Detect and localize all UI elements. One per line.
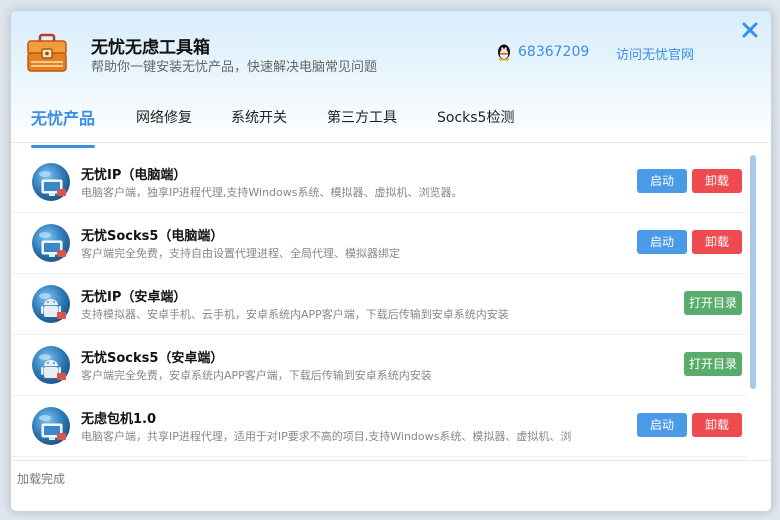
pc-cloud-icon (32, 407, 70, 445)
product-description: 电脑客户端，共享IP进程代理，适用于对IP要求不高的项目,支持Windows系统… (81, 430, 572, 443)
pc-cloud-icon (32, 224, 70, 262)
qq-contact[interactable]: 68367209 (496, 43, 589, 61)
list-item: 无忧IP（安卓端） 支持模拟器、安卓手机、云手机，安卓系统内APP客户端，下载后… (11, 274, 747, 335)
product-title: 无忧IP（电脑端） (81, 168, 187, 183)
toolbox-logo-icon (27, 33, 67, 72)
tab-third-party-tools[interactable]: 第三方工具 (327, 107, 397, 127)
app-window: 无忧无虑工具箱 帮助你一键安装无忧产品，快速解决电脑常见问题 68367209 … (10, 10, 772, 512)
product-description: 支持模拟器、安卓手机、云手机，安卓系统内APP客户端，下载后传输到安卓系统内安装 (81, 308, 509, 321)
list-item: 无忧Socks5（电脑端） 客户端完全免费，支持自由设置代理进程、全局代理、模拟… (11, 213, 747, 274)
tabs-divider (11, 142, 771, 143)
android-cloud-icon (32, 285, 70, 323)
tab-products[interactable]: 无忧产品 (31, 105, 95, 129)
list-item: 无虑包机1.0 电脑客户端，共享IP进程代理，适用于对IP要求不高的项目,支持W… (11, 396, 747, 457)
qq-penguin-icon (498, 44, 510, 61)
visit-website-link[interactable]: 访问无忧官网 (616, 44, 694, 63)
uninstall-button[interactable]: 卸载 (692, 169, 742, 193)
list-item: 无忧IP（电脑端） 电脑客户端，独享IP进程代理,支持Windows系统、模拟器… (11, 152, 747, 213)
app-title: 无忧无虑工具箱 (91, 38, 210, 58)
header: 无忧无虑工具箱 帮助你一键安装无忧产品，快速解决电脑常见问题 68367209 … (11, 11, 771, 143)
start-button[interactable]: 启动 (637, 169, 687, 193)
product-title: 无忧Socks5（电脑端） (81, 229, 224, 244)
app-subtitle: 帮助你一键安装无忧产品，快速解决电脑常见问题 (91, 60, 378, 75)
open-directory-button[interactable]: 打开目录 (684, 291, 742, 315)
product-title: 无忧IP（安卓端） (81, 290, 187, 305)
product-title: 无忧Socks5（安卓端） (81, 351, 224, 366)
pc-cloud-icon (32, 163, 70, 201)
status-text: 加载完成 (17, 472, 66, 486)
scrollbar-thumb[interactable] (750, 155, 756, 389)
product-title: 无虑包机1.0 (81, 412, 157, 427)
tab-system-switch[interactable]: 系统开关 (231, 107, 287, 127)
start-button[interactable]: 启动 (637, 230, 687, 254)
vertical-scrollbar[interactable] (749, 153, 757, 459)
tab-network-repair[interactable]: 网络修复 (136, 107, 192, 127)
open-directory-button[interactable]: 打开目录 (684, 352, 742, 376)
product-list: 无忧IP（电脑端） 电脑客户端，独享IP进程代理,支持Windows系统、模拟器… (11, 152, 747, 458)
status-divider (11, 460, 771, 461)
tab-socks5-check[interactable]: Socks5检测 (437, 107, 514, 127)
android-cloud-icon (32, 346, 70, 384)
product-description: 客户端完全免费，支持自由设置代理进程、全局代理、模拟器绑定 (81, 247, 400, 260)
uninstall-button[interactable]: 卸载 (692, 413, 742, 437)
close-icon[interactable] (739, 19, 761, 41)
uninstall-button[interactable]: 卸载 (692, 230, 742, 254)
product-description: 电脑客户端，独享IP进程代理,支持Windows系统、模拟器、虚拟机、浏览器。 (81, 186, 463, 199)
product-description: 客户端完全免费，安卓系统内APP客户端，下载后传输到安卓系统内安装 (81, 369, 432, 382)
tab-bar: 无忧产品 网络修复 系统开关 第三方工具 Socks5检测 (11, 103, 771, 143)
list-item: 无忧Socks5（安卓端） 客户端完全免费，安卓系统内APP客户端，下载后传输到… (11, 335, 747, 396)
active-tab-indicator (31, 145, 95, 148)
qq-number-link[interactable]: 68367209 (518, 44, 589, 60)
start-button[interactable]: 启动 (637, 413, 687, 437)
